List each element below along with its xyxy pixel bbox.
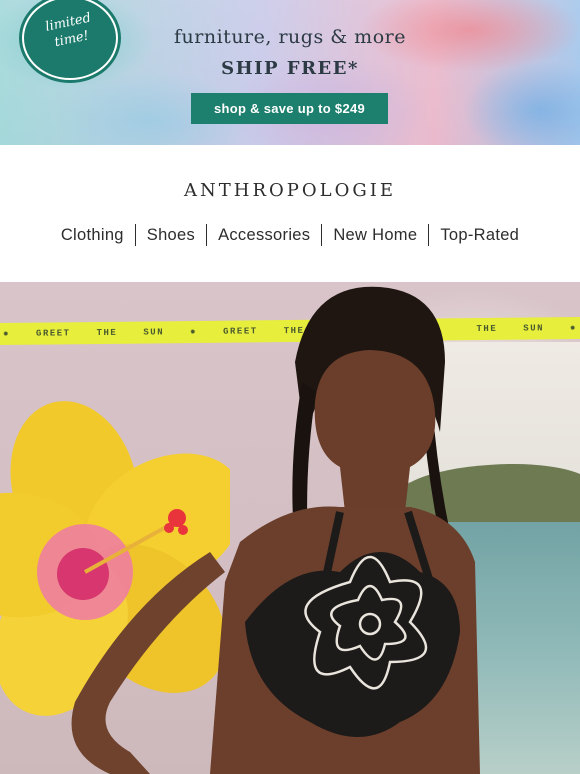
shop-and-save-button[interactable]: shop & save up to $249 [191, 93, 388, 124]
sun-icon: ✹ [2, 328, 11, 340]
promo-headline: furniture, rugs & more [174, 26, 406, 48]
brand-logo[interactable]: ANTHROPOLOGIE [0, 180, 580, 201]
hero-image[interactable]: ✹ GREET THE SUN ✹ GREET THE THE SUN ✹ [0, 282, 580, 774]
model-in-swimwear-photo [71, 286, 480, 774]
nav-shoes[interactable]: Shoes [136, 226, 206, 245]
main-nav: Clothing Shoes Accessories New Home Top-… [0, 224, 580, 246]
ribbon-word: SUN [523, 323, 545, 334]
nav-new-home[interactable]: New Home [322, 226, 428, 245]
promo-subheadline: SHIP FREE* [221, 58, 359, 79]
nav-clothing[interactable]: Clothing [50, 226, 135, 245]
sun-icon: ✹ [569, 322, 578, 334]
nav-accessories[interactable]: Accessories [207, 226, 321, 245]
promo-banner[interactable]: limited time! furniture, rugs & more SHI… [0, 0, 580, 145]
nav-top-rated[interactable]: Top-Rated [429, 226, 530, 245]
